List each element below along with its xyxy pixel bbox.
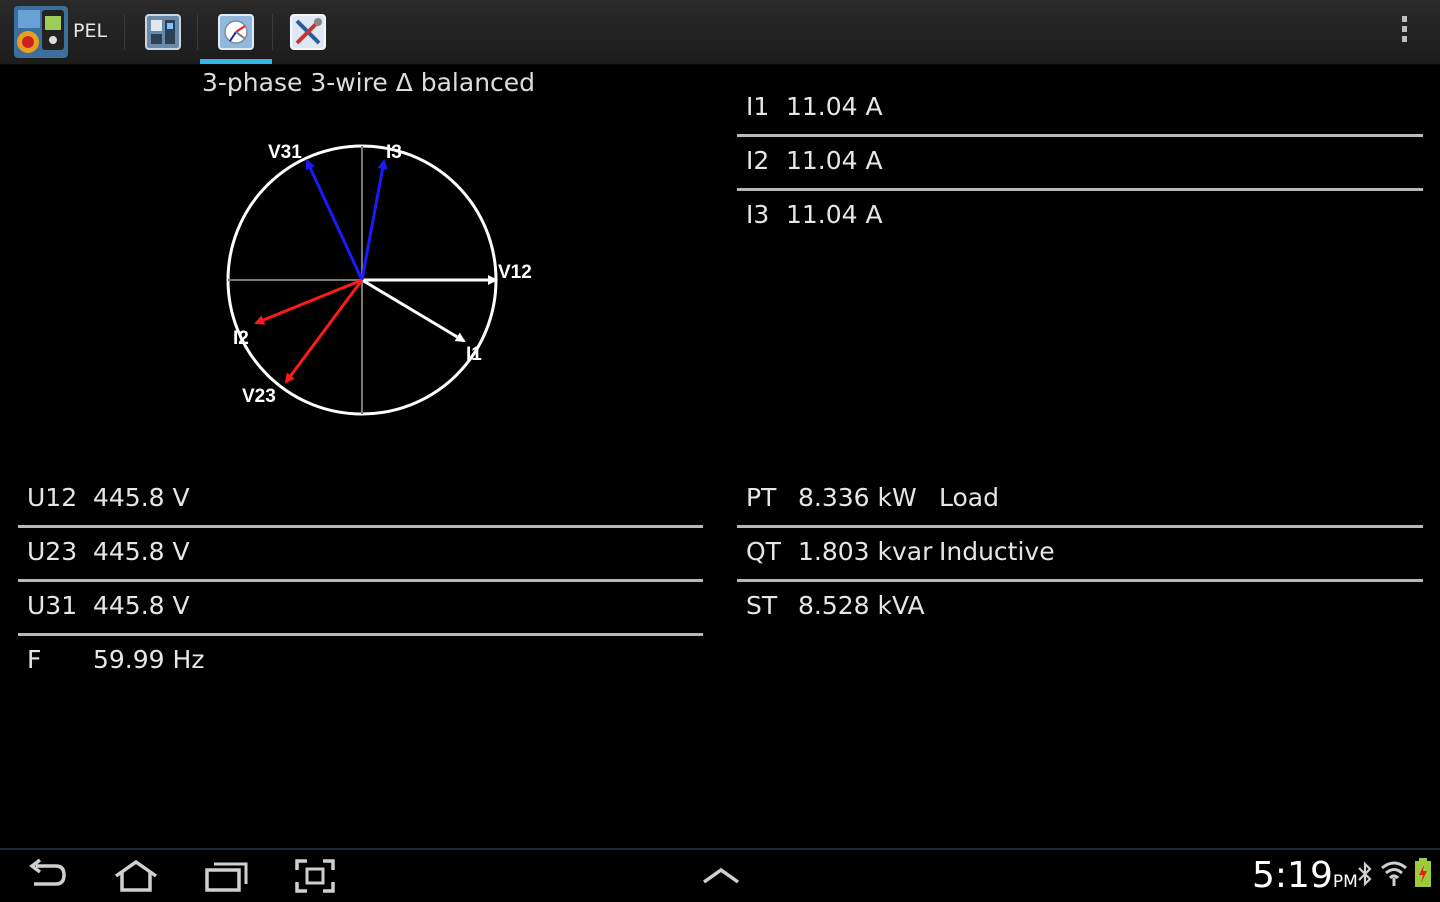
phasor-chart-icon — [218, 14, 254, 50]
voltage-value: 445.8 V — [93, 483, 190, 512]
screenshot-icon[interactable] — [294, 858, 336, 894]
label-v23: V23 — [242, 386, 276, 407]
label-v12: V12 — [498, 262, 532, 283]
status-clock: 5:19PM — [1252, 855, 1358, 896]
action-bar: PEL — [0, 0, 1440, 65]
current-label: I2 — [746, 146, 770, 175]
current-label: I1 — [746, 92, 770, 121]
app-title: PEL — [73, 20, 108, 42]
tools-tab[interactable] — [272, 0, 344, 64]
current-row: I2 11.04 A — [746, 136, 1426, 190]
power-note: Inductive — [939, 537, 1055, 566]
overflow-menu-icon[interactable] — [1394, 16, 1414, 48]
voltage-label: U31 — [27, 591, 78, 620]
system-bar — [0, 848, 1440, 902]
voltage-value: 445.8 V — [93, 591, 190, 620]
meter-icon — [145, 14, 181, 50]
voltage-label: U23 — [27, 537, 78, 566]
current-row: I3 11.04 A — [746, 190, 1426, 244]
current-value: 11.04 A — [786, 200, 883, 229]
current-label: I3 — [746, 200, 770, 229]
power-row: PT 8.336 kW Load — [746, 473, 1426, 527]
voltage-row: U23 445.8 V — [27, 527, 697, 581]
current-value: 11.04 A — [786, 92, 883, 121]
voltage-value: 445.8 V — [93, 537, 190, 566]
phasor-v31 — [305, 159, 364, 281]
tools-icon — [290, 14, 326, 50]
power-note: Load — [939, 483, 999, 512]
power-row: QT 1.803 kvar Inductive — [746, 527, 1426, 581]
voltage-label: U12 — [27, 483, 78, 512]
power-row: ST 8.528 kVA — [746, 581, 1426, 635]
power-label: QT — [746, 537, 781, 566]
power-value: 1.803 kvar — [798, 537, 933, 566]
voltage-row: U31 445.8 V — [27, 581, 697, 635]
phasor-i3 — [360, 159, 388, 281]
label-i2: I2 — [233, 328, 249, 349]
back-icon[interactable] — [28, 858, 68, 894]
diagram-title: 3-phase 3-wire Δ balanced — [202, 68, 536, 97]
current-row: I1 11.04 A — [746, 82, 1426, 136]
app-logo-icon[interactable] — [14, 6, 68, 58]
meter-tab[interactable] — [127, 0, 199, 64]
divider — [124, 14, 125, 50]
clock-time: 5:19 — [1252, 855, 1333, 896]
power-value: 8.528 kVA — [798, 591, 925, 620]
power-value: 8.336 kW — [798, 483, 917, 512]
battery-charging-icon — [1415, 858, 1431, 887]
chevron-up-icon[interactable] — [700, 858, 742, 894]
power-label: ST — [746, 591, 778, 620]
label-i3: I3 — [386, 142, 402, 163]
frequency-row: F 59.99 Hz — [27, 635, 697, 689]
home-icon[interactable] — [112, 858, 160, 894]
frequency-label: F — [27, 645, 42, 674]
divider — [197, 14, 198, 50]
phasor-diagram: V31 I3 V12 I2 I1 V23 — [226, 142, 532, 416]
wifi-icon — [1381, 861, 1407, 886]
voltage-row: U12 445.8 V — [27, 473, 697, 527]
label-v31: V31 — [268, 142, 302, 163]
power-label: PT — [746, 483, 777, 512]
current-value: 11.04 A — [786, 146, 883, 175]
recent-apps-icon[interactable] — [204, 858, 248, 894]
clock-ampm: PM — [1332, 872, 1358, 892]
label-i1: I1 — [466, 344, 482, 365]
frequency-value: 59.99 Hz — [93, 645, 205, 674]
bluetooth-icon — [1358, 861, 1372, 887]
phasor-i1 — [361, 278, 466, 343]
phasor-tab[interactable] — [200, 0, 272, 64]
